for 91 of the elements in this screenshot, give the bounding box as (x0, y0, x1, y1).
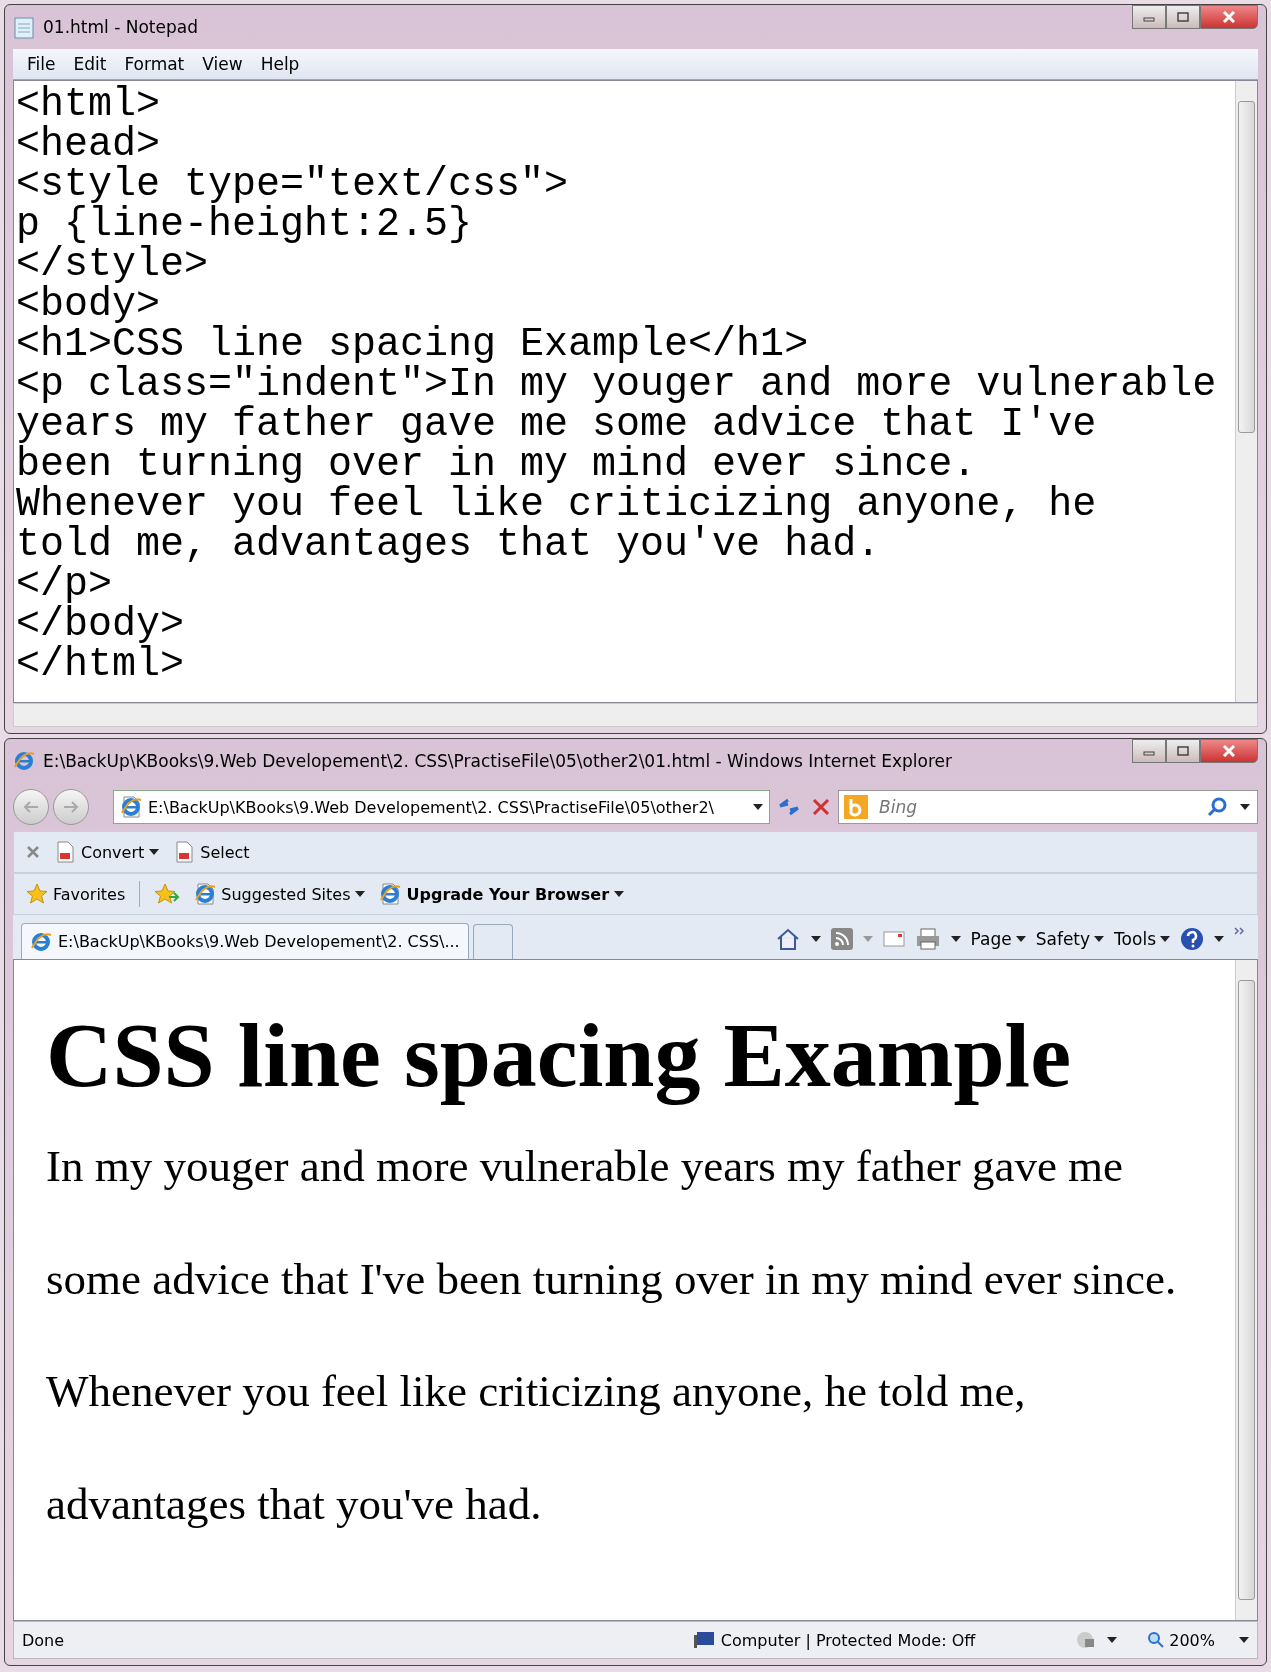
code-line: <html> (16, 85, 162, 125)
code-line: <head> (16, 125, 162, 165)
code-line: <body> (16, 285, 161, 325)
caret-icon (355, 891, 366, 897)
page-paragraph: In my youger and more vulnerable years my father gave me some advice that I've been turning over in my mind ever since. Whenever you feel like criticizing anyone, he told me, advantages that you've had. (46, 1140, 1178, 1531)
page-icon (120, 796, 142, 818)
address-text: E:\BackUp\KBooks\9.Web Developement\2. CSS\PractiseFile\05\other2\ (148, 797, 715, 817)
magnifier-icon (1147, 1630, 1166, 1649)
vertical-scrollbar[interactable] (1235, 960, 1257, 1620)
status-text: Done (22, 1630, 66, 1650)
convert-button[interactable]: Convert (54, 841, 160, 863)
browser-logo-icon (13, 750, 35, 772)
menu-item[interactable]: Help (260, 54, 300, 74)
favorite-link[interactable]: Upgrade Your Browser (379, 883, 625, 905)
caret-icon (1015, 936, 1026, 942)
code-line: </p> (16, 565, 112, 605)
address-bar[interactable]: E:\BackUp\KBooks\9.Web Developement\2. CSS\PractiseFile\05\other2\ (113, 790, 770, 824)
code-line: <h1>CSS line spacing Example</h1> (16, 325, 809, 365)
close-icon (1223, 745, 1235, 757)
code-line: <p class="indent">In my youger and more vulnerable (16, 365, 1218, 405)
command-menu[interactable]: Tools (1114, 929, 1170, 949)
maximize-button[interactable] (1166, 739, 1200, 763)
page-icon (379, 883, 402, 905)
feed-icon[interactable] (830, 928, 853, 950)
scroll-thumb[interactable] (1238, 980, 1255, 1600)
document-icon (173, 841, 196, 863)
computer-icon (692, 1631, 715, 1649)
menu-item[interactable]: View (202, 54, 243, 74)
code-line: </style> (16, 245, 209, 285)
caret-icon[interactable] (1214, 936, 1224, 942)
text-editor[interactable] (13, 80, 1258, 703)
caret-icon (149, 849, 160, 855)
star-icon (26, 883, 48, 905)
add-star-icon[interactable] (154, 883, 181, 905)
horizontal-scrollbar[interactable] (13, 703, 1258, 727)
zone-text: Computer | Protected Mode: Off (720, 1630, 976, 1650)
code-line: Whenever you feel like criticizing anyone, he (16, 485, 1098, 525)
command-menu[interactable]: Page (970, 929, 1026, 949)
browser-tab[interactable]: E:\BackUp\KBooks\9.Web Developement\2. CSS\... (21, 923, 469, 959)
back-arrow-icon (23, 801, 39, 813)
caret-icon (1094, 936, 1105, 942)
close-toolbar-icon[interactable] (26, 845, 40, 859)
browser-logo-icon (30, 930, 52, 953)
caret-icon[interactable] (1107, 1637, 1118, 1643)
close-icon (1223, 11, 1235, 23)
chevron-icon[interactable] (1234, 927, 1246, 935)
caret-icon (614, 891, 625, 897)
page-icon (194, 883, 217, 905)
caret-icon (1160, 936, 1170, 942)
code-line: </body> (16, 605, 186, 645)
maximize-icon (1177, 12, 1189, 22)
page-heading: CSS line spacing Example (46, 1003, 1071, 1108)
search-field[interactable]: Bing (838, 790, 1258, 824)
maximize-icon (1177, 746, 1189, 756)
close-button[interactable] (1200, 739, 1258, 763)
minimize-button[interactable] (1132, 5, 1166, 29)
code-line: years my father gave me some advice that I've (16, 405, 1098, 445)
code-line: p {line-height:2.5} (16, 205, 473, 245)
code-line: been turning over in my mind ever since. (16, 445, 978, 485)
search-icon[interactable] (1206, 796, 1228, 818)
caret-icon[interactable] (950, 936, 961, 942)
menu-item[interactable]: Format (124, 54, 185, 74)
minimize-button[interactable] (1132, 739, 1166, 763)
vertical-scrollbar[interactable] (1235, 81, 1257, 702)
caret-icon[interactable] (810, 936, 821, 942)
mail-icon[interactable] (882, 931, 905, 947)
select-button[interactable]: Select (173, 841, 250, 863)
forward-arrow-icon (63, 801, 79, 813)
maximize-button[interactable] (1166, 5, 1200, 29)
code-line: </html> (16, 645, 186, 685)
menu-item[interactable]: Edit (73, 54, 107, 74)
close-button[interactable] (1200, 5, 1258, 29)
window-title: E:\BackUp\KBooks\9.Web Developement\2. CSS\PractiseFile\05\other2\01.html - Windows Internet Explorer (43, 751, 953, 771)
notepad-icon (13, 15, 35, 39)
printer-icon[interactable] (914, 927, 941, 951)
favorite-link[interactable]: Suggested Sites (194, 883, 366, 905)
back-button[interactable] (13, 789, 49, 825)
code-line: <style type="text/css"> (16, 165, 570, 205)
caret-icon[interactable] (1239, 1637, 1249, 1643)
scroll-thumb[interactable] (1238, 101, 1255, 433)
code-line: told me, advantages that you've had. (16, 525, 881, 565)
menu-item[interactable]: File (27, 54, 56, 74)
forward-button[interactable] (53, 789, 89, 825)
search-engine-logo-icon (844, 795, 868, 819)
favorites-button[interactable]: Favorites (26, 883, 126, 905)
caret-icon[interactable] (1240, 804, 1250, 810)
caret-icon[interactable] (753, 804, 763, 810)
window-title: 01.html - Notepad (43, 17, 198, 37)
command-menu[interactable]: Safety (1035, 929, 1105, 949)
zoom-button[interactable]: 200% (1127, 1630, 1215, 1650)
help-icon[interactable] (1180, 927, 1204, 951)
